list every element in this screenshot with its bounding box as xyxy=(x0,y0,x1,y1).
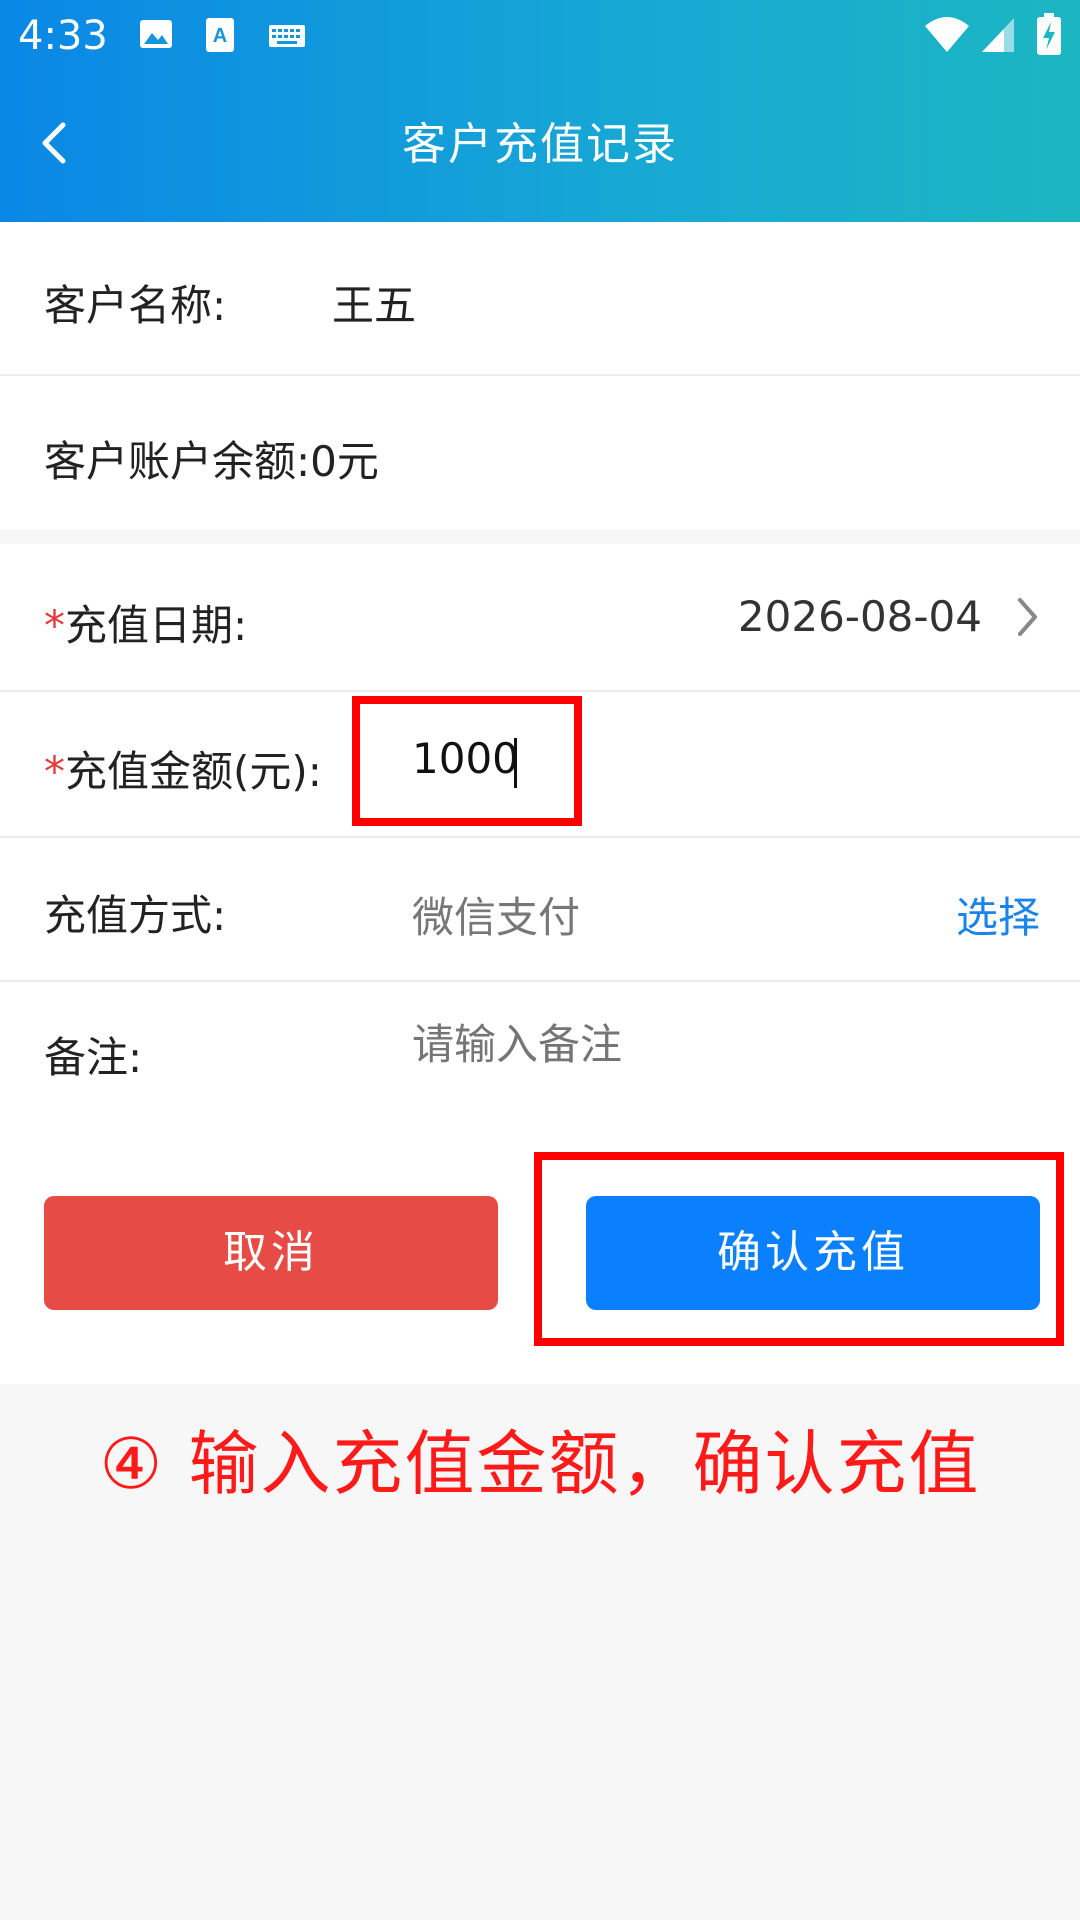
page-title: 客户充值记录 xyxy=(402,119,678,170)
instruction-annotation: ④ 输入充值金额，确认充值 xyxy=(99,1423,981,1505)
chevron-right-icon xyxy=(1014,596,1040,642)
recharge-date-label: *充值日期: xyxy=(44,592,247,653)
recharge-amount-label-text: 充值金额(元): xyxy=(65,747,322,796)
payment-method-value: 微信支付 xyxy=(412,893,581,942)
customer-name-label: 客户名称: xyxy=(44,281,227,330)
battery-charging-icon xyxy=(1036,12,1062,60)
customer-balance-label: 客户账户余额:0元 xyxy=(44,437,379,486)
payment-method-select-button[interactable]: 选择 xyxy=(956,884,1040,945)
app-header: 4:33 A 客户充值记录 xyxy=(0,0,1080,222)
recharge-date-row[interactable]: *充值日期: 2026-08-04 xyxy=(0,544,1080,692)
cancel-button[interactable]: 取消 xyxy=(44,1196,498,1310)
keyboard-icon xyxy=(268,24,306,54)
payment-method-row: 充值方式: 微信支付 选择 xyxy=(0,838,1080,982)
status-time: 4:33 xyxy=(18,13,108,59)
required-mark: * xyxy=(44,601,65,650)
wifi-icon xyxy=(924,14,970,58)
amount-highlight-box xyxy=(352,696,582,826)
image-icon xyxy=(138,16,174,56)
confirm-highlight-box xyxy=(534,1152,1064,1346)
customer-info-card: 客户名称: 王五 客户账户余额:0元 xyxy=(0,222,1080,530)
note-label: 备注: xyxy=(44,1033,143,1082)
recharge-amount-label: *充值金额(元): xyxy=(44,738,322,799)
customer-balance-row: 客户账户余额:0元 xyxy=(0,376,1080,530)
svg-text:A: A xyxy=(213,25,227,47)
recharge-date-value: 2026-08-04 xyxy=(737,592,982,641)
note-row: 备注: xyxy=(0,982,1080,1122)
status-bar: 4:33 A xyxy=(0,0,1080,72)
title-bar: 客户充值记录 xyxy=(0,72,1080,222)
required-mark: * xyxy=(44,747,65,796)
recharge-date-label-text: 充值日期: xyxy=(65,601,248,650)
font-a-icon: A xyxy=(204,16,236,58)
note-input[interactable] xyxy=(412,1020,1012,1069)
payment-method-label: 充值方式: xyxy=(44,891,227,940)
customer-name-row: 客户名称: 王五 xyxy=(0,222,1080,376)
customer-name-value: 王五 xyxy=(332,281,417,330)
signal-icon xyxy=(980,16,1016,58)
